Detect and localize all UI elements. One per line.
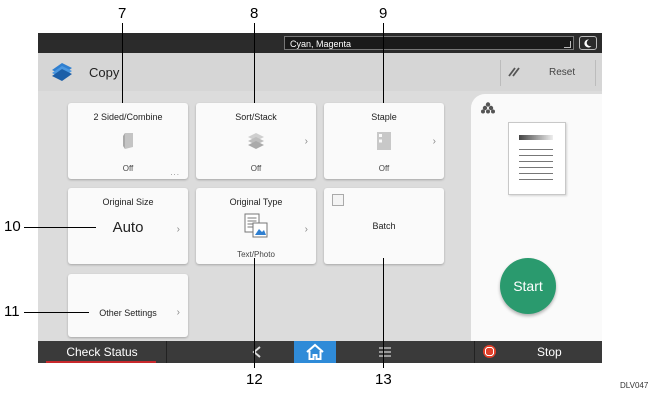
color-mode-icon (481, 102, 495, 114)
other-settings-tile[interactable]: Other Settings › (68, 274, 188, 337)
callout-9: 9 (379, 5, 388, 22)
app-title: Copy (89, 65, 120, 80)
bottom-bar: Check Status Stop (38, 341, 602, 363)
staple-tile[interactable]: Staple › Off (324, 103, 444, 179)
stop-button[interactable]: Stop (474, 341, 602, 363)
callout-10: 10 (4, 218, 21, 235)
more-dots-icon: ... (170, 168, 180, 177)
paper-gradient-strip (519, 135, 553, 140)
callout-13: 13 (375, 371, 392, 388)
back-arrow-icon (252, 346, 261, 358)
stop-icon (483, 345, 496, 358)
check-status-underline (46, 361, 156, 363)
menu-button[interactable] (368, 341, 402, 363)
document-code: DLV047 (620, 381, 649, 390)
paper-line (519, 179, 553, 180)
original-size-label: Original Size (102, 197, 154, 207)
original-size-tile[interactable]: Original Size Auto › (68, 188, 188, 264)
two-sided-combine-tile[interactable]: 2 Sided/Combine Off ... (68, 103, 188, 179)
callout-8: 8 (250, 5, 259, 22)
home-button[interactable] (294, 341, 336, 363)
stop-label: Stop (537, 345, 562, 359)
home-icon (306, 343, 324, 360)
staple-page-icon (377, 132, 391, 150)
chevron-right-icon: › (176, 307, 180, 318)
chevron-right-icon: › (432, 136, 436, 147)
staple-value: Off (378, 164, 390, 173)
back-button[interactable] (240, 341, 274, 363)
paper-line (519, 149, 553, 150)
original-type-value: Text/Photo (237, 250, 275, 259)
stack-icon (248, 133, 264, 149)
text-photo-icon (244, 213, 268, 238)
sort-stack-tile[interactable]: Sort/Stack › Off (196, 103, 316, 179)
callout-13-leader (383, 258, 384, 368)
original-type-label: Original Type (229, 197, 283, 207)
start-button[interactable]: Start (500, 258, 556, 314)
other-settings-label: Other Settings (99, 308, 157, 318)
paper-line (519, 155, 553, 156)
paper-line (519, 167, 553, 168)
staple-label: Staple (371, 112, 397, 122)
color-mode-field: Cyan, Magenta (284, 36, 574, 50)
callout-12: 12 (246, 371, 263, 388)
chevron-right-icon: › (304, 224, 308, 235)
energy-saver-button[interactable] (579, 36, 597, 50)
callout-10-leader (24, 227, 96, 228)
sort-stack-value: Off (250, 164, 262, 173)
menu-icon (379, 347, 391, 357)
copy-app-icon (52, 63, 72, 81)
start-label: Start (513, 278, 543, 294)
paper-preview (508, 122, 566, 195)
check-status-label: Check Status (66, 345, 138, 359)
resize-grip-icon (564, 41, 571, 48)
duplex-page-icon (123, 133, 133, 149)
callout-8-leader (254, 23, 255, 103)
reset-button[interactable]: Reset (500, 60, 596, 86)
two-sided-combine-label: 2 Sided/Combine (93, 112, 163, 122)
reset-icon (508, 67, 520, 77)
batch-tile[interactable]: Batch (324, 188, 444, 264)
original-type-tile[interactable]: Original Type › Text/Photo (196, 188, 316, 264)
moon-icon (584, 39, 592, 48)
paper-line (519, 173, 553, 174)
check-status-button[interactable]: Check Status (38, 341, 167, 363)
batch-label: Batch (372, 221, 396, 231)
callout-9-leader (383, 23, 384, 103)
callout-12-leader (254, 258, 255, 368)
callout-7-leader (122, 23, 123, 103)
paper-line (519, 161, 553, 162)
callout-11: 11 (4, 303, 20, 320)
chevron-right-icon: › (176, 224, 180, 235)
batch-checkbox[interactable] (332, 194, 344, 206)
color-mode-text: Cyan, Magenta (290, 39, 352, 49)
preview-panel: Start (471, 94, 602, 346)
callout-11-leader (24, 312, 89, 313)
sort-stack-label: Sort/Stack (235, 112, 277, 122)
callout-7: 7 (118, 5, 127, 22)
reset-label: Reset (549, 67, 576, 78)
chevron-right-icon: › (304, 136, 308, 147)
